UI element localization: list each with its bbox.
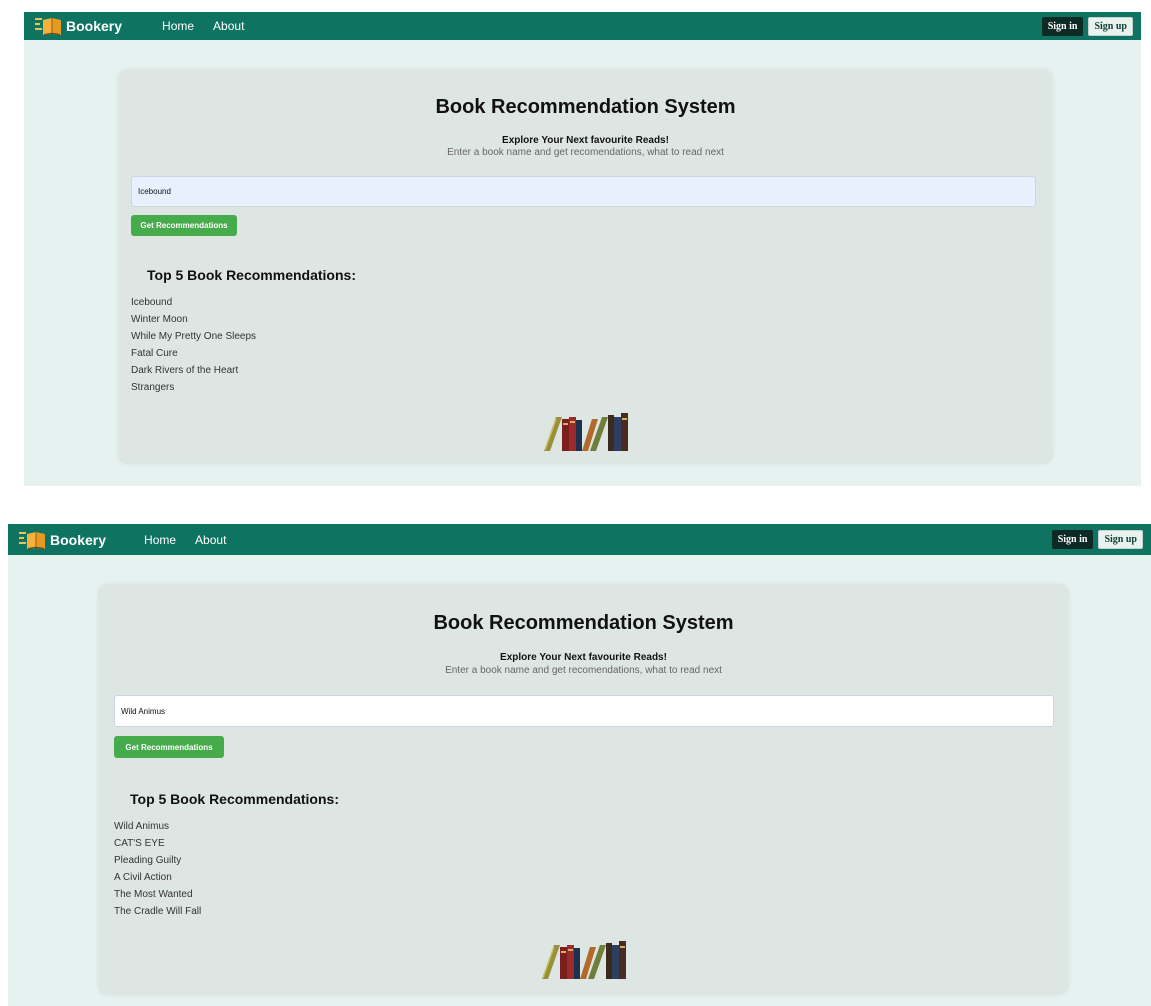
recommendation-list: Wild Animus CAT'S EYE Pleading Guilty A … (114, 821, 201, 923)
screenshot-2: Bookery Home About Sign in Sign up Book … (8, 524, 1151, 1006)
nav-about-link[interactable]: About (213, 19, 244, 33)
books-stack-icon (544, 413, 628, 451)
recommendation-item: While My Pretty One Sleeps (131, 331, 257, 342)
recommendation-list: Icebound Winter Moon While My Pretty One… (131, 297, 256, 399)
auth-buttons: Sign in Sign up (1051, 530, 1143, 549)
recommendation-item: Fatal Cure (131, 348, 178, 359)
nav-home-link[interactable]: Home (144, 533, 176, 547)
get-recommendations-button[interactable]: Get Recommendations (131, 215, 237, 236)
recommendation-item: The Cradle Will Fall (114, 906, 202, 917)
nav-home-link[interactable]: Home (162, 19, 194, 33)
navbar: Bookery Home About Sign in Sign up (8, 524, 1151, 555)
auth-buttons: Sign in Sign up (1041, 16, 1133, 36)
open-book-logo-icon (35, 18, 61, 35)
recommendation-item: Icebound (131, 297, 173, 308)
book-name-input[interactable] (114, 695, 1054, 727)
brand[interactable]: Bookery (34, 15, 122, 37)
recommendation-item: Winter Moon (131, 314, 188, 325)
recommendation-card: Book Recommendation System Explore Your … (119, 69, 1052, 462)
sign-up-button[interactable]: Sign up (1098, 530, 1143, 549)
recommendation-item: Wild Animus (114, 821, 170, 832)
recommendation-card: Book Recommendation System Explore Your … (99, 584, 1068, 993)
brand-name: Bookery (50, 531, 107, 548)
page-title: Book Recommendation System (433, 612, 734, 634)
recommendation-item: Strangers (131, 382, 175, 393)
page-subtitle: Explore Your Next favourite Reads! (500, 652, 667, 663)
open-book-logo-icon (19, 531, 45, 549)
navbar: Bookery Home About Sign in Sign up (24, 12, 1141, 40)
recommendation-item: CAT'S EYE (114, 838, 165, 849)
screenshot-1: Bookery Home About Sign in Sign up Book … (24, 12, 1141, 486)
recommendations-heading: Top 5 Book Recommendations: (130, 791, 339, 807)
page-description: Enter a book name and get recomendations… (445, 665, 722, 676)
recommendations-heading: Top 5 Book Recommendations: (147, 267, 356, 283)
sign-up-button[interactable]: Sign up (1088, 16, 1133, 36)
recommendation-item: The Most Wanted (114, 889, 193, 900)
page-title: Book Recommendation System (435, 96, 736, 118)
brand[interactable]: Bookery (18, 529, 106, 551)
nav-about-link[interactable]: About (195, 533, 226, 547)
page-description: Enter a book name and get recomendations… (447, 147, 724, 158)
recommendation-item: Dark Rivers of the Heart (131, 365, 239, 376)
recommendation-item: Pleading Guilty (114, 855, 182, 866)
recommendation-item: A Civil Action (114, 872, 172, 883)
sign-in-button[interactable]: Sign in (1041, 16, 1084, 36)
sign-in-button[interactable]: Sign in (1051, 530, 1094, 549)
books-stack-icon (542, 941, 626, 979)
brand-name: Bookery (66, 18, 123, 34)
book-name-input[interactable] (131, 176, 1036, 207)
get-recommendations-button[interactable]: Get Recommendations (114, 736, 224, 758)
page-subtitle: Explore Your Next favourite Reads! (502, 135, 669, 146)
